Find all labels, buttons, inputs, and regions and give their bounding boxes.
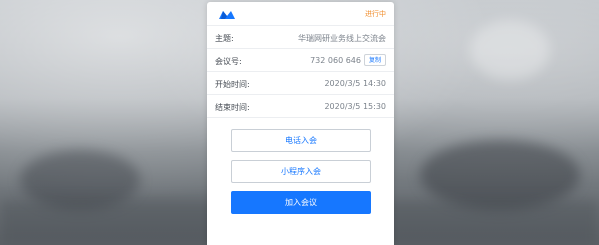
end-time-label: 结束时间: bbox=[215, 103, 250, 112]
topic-value: 华瑞网研业务线上交流会 bbox=[298, 34, 386, 43]
meeting-id-label: 会议号: bbox=[215, 57, 242, 66]
card-header: 进行中 bbox=[207, 2, 394, 26]
copy-button[interactable]: 复制 bbox=[364, 54, 386, 66]
start-time-label: 开始时间: bbox=[215, 80, 250, 89]
end-time-value: 2020/3/5 15:30 bbox=[324, 102, 386, 111]
end-time-row: 结束时间: 2020/3/5 15:30 bbox=[207, 95, 394, 118]
background-shape bbox=[470, 20, 550, 80]
start-time-row: 开始时间: 2020/3/5 14:30 bbox=[207, 72, 394, 95]
topic-row: 主题: 华瑞网研业务线上交流会 bbox=[207, 26, 394, 49]
miniprogram-join-button[interactable]: 小程序入会 bbox=[231, 160, 371, 183]
join-meeting-button[interactable]: 加入会议 bbox=[231, 191, 371, 214]
join-actions: 电话入会 小程序入会 加入会议 bbox=[231, 129, 371, 222]
tencent-meeting-logo-icon bbox=[219, 11, 235, 19]
start-time-value: 2020/3/5 14:30 bbox=[324, 79, 386, 88]
topic-label: 主题: bbox=[215, 34, 234, 43]
meeting-id-row: 会议号: 732 060 646 复制 bbox=[207, 49, 394, 72]
phone-join-button[interactable]: 电话入会 bbox=[231, 129, 371, 152]
meeting-id-value: 732 060 646 bbox=[310, 56, 361, 65]
meeting-status-badge: 进行中 bbox=[365, 10, 386, 18]
meeting-card: 进行中 主题: 华瑞网研业务线上交流会 会议号: 732 060 646 复制 … bbox=[207, 2, 394, 245]
